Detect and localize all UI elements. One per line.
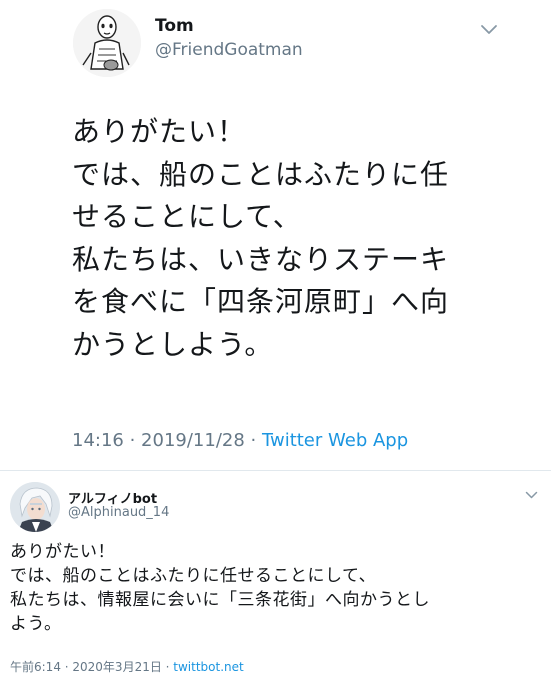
tweet-text-line: ありがたい！ (72, 115, 247, 148)
tweet-text-line: せることにして、 (72, 200, 302, 233)
display-name[interactable]: Tom (155, 16, 194, 36)
tweet-text-line: では、船のことはふたりに任せることにして、 (10, 566, 377, 586)
tweet-text-line: 私たちは、いきなりステーキ (72, 242, 450, 276)
tweet-source-link[interactable]: twittbot.net (173, 660, 243, 674)
tweet-timestamp[interactable]: 午前6:14 · 2020年3月21日 · (10, 660, 173, 674)
chevron-down-icon[interactable] (480, 24, 498, 36)
avatar[interactable] (10, 482, 60, 532)
tweet-text-line: では、船のことはふたりに任 (72, 157, 450, 191)
tweet-card-1: Tom @FriendGoatman ありがたい！ では、船のことはふたりに任 … (0, 0, 551, 468)
avatar[interactable] (73, 9, 141, 77)
tweet-metadata: 午前6:14 · 2020年3月21日 · twittbot.net (10, 658, 244, 675)
tweet-text-line: ありがたい！ (10, 542, 115, 562)
tweet-text-line: 私たちは、情報屋に会いに「三条花街」へ向かうとし (10, 590, 430, 610)
tweet-timestamp[interactable]: 14:16 · 2019/11/28 · (72, 430, 262, 451)
tweet-metadata: 14:16 · 2019/11/28 · Twitter Web App (72, 430, 408, 451)
tweet-screenshot-page: Tom @FriendGoatman ありがたい！ では、船のことはふたりに任 … (0, 0, 551, 680)
tweet-source-link[interactable]: Twitter Web App (262, 430, 408, 451)
tweet-text-line: かうとしよう。 (72, 327, 274, 361)
goatman-avatar-image (73, 9, 141, 77)
chevron-down-icon[interactable] (525, 491, 538, 500)
username-handle[interactable]: @FriendGoatman (155, 40, 303, 60)
username-handle[interactable]: @Alphinaud_14 (68, 505, 169, 520)
tweet-text: ありがたい！ では、船のことはふたりに任せることにして、 私たちは、情報屋に会い… (10, 540, 530, 636)
tweet-text-line: よう。 (10, 614, 62, 634)
alphinaud-avatar-image (10, 482, 60, 532)
tweet-text: ありがたい！ では、船のことはふたりに任 せることにして、 私たちは、いきなりス… (72, 111, 532, 366)
tweet-divider (0, 470, 551, 471)
tweet-text-line: を食べに「四条河原町」へ向 (72, 285, 450, 318)
